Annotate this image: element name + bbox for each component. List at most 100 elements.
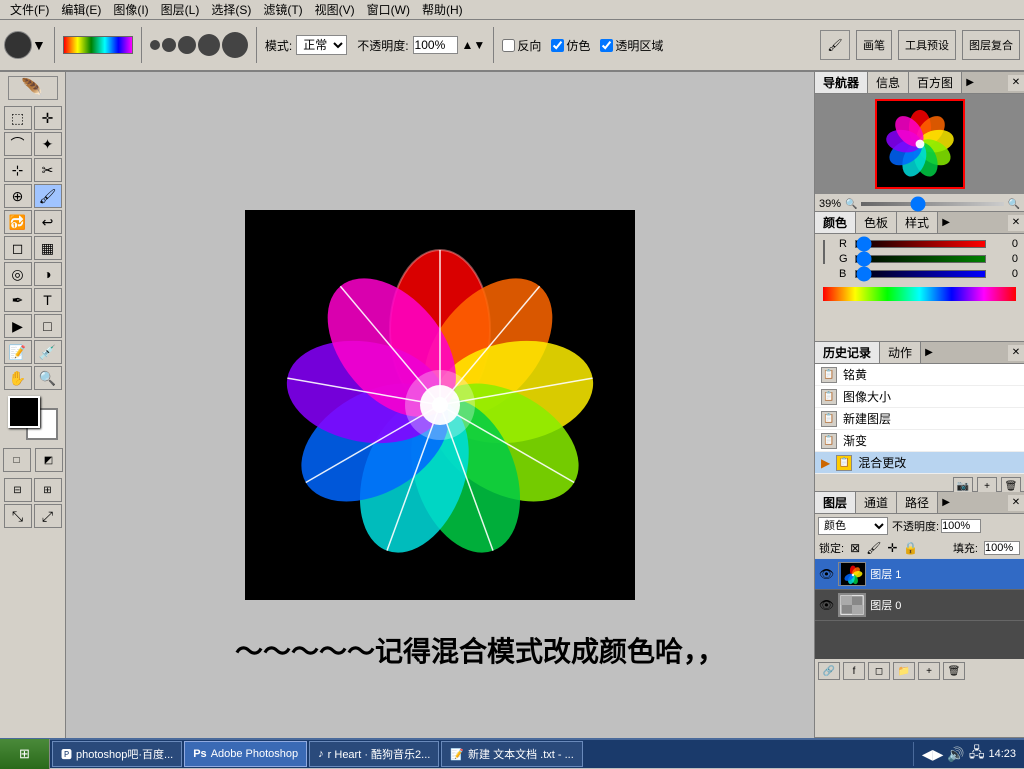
history-item-3[interactable]: 📋 渐变 [815, 430, 1024, 452]
dodge-tool[interactable]: ◑ [34, 262, 62, 286]
lock-pixels-btn[interactable]: 🖌 [866, 541, 881, 555]
navigator-tab[interactable]: 导航器 [815, 72, 868, 93]
lock-position-btn[interactable]: ✛ [887, 541, 897, 555]
blend-mode-select[interactable]: 颜色 正常 [818, 517, 888, 535]
path-select-tool[interactable]: ▶ [4, 314, 32, 338]
fill-input[interactable] [984, 541, 1020, 555]
slice-tool[interactable]: ✂ [34, 158, 62, 182]
reverse-checkbox[interactable] [502, 39, 515, 52]
quick-mask-btn[interactable]: ◩ [35, 448, 63, 472]
menu-layer[interactable]: 图层(L) [155, 1, 206, 18]
layer-item-0[interactable]: 👁 图层 0 [815, 590, 1024, 621]
opacity-input[interactable] [413, 36, 458, 54]
notes-tool[interactable]: 📝 [4, 340, 32, 364]
r-slider[interactable] [855, 240, 986, 248]
taskbar-item-adobe-photoshop[interactable]: Ps Adobe Photoshop [184, 741, 307, 767]
menu-window[interactable]: 窗口(W) [361, 1, 416, 18]
menu-edit[interactable]: 编辑(E) [55, 1, 107, 18]
menu-help[interactable]: 帮助(H) [416, 1, 469, 18]
histogram-tab[interactable]: 百方图 [909, 72, 962, 93]
layers-close-btn[interactable]: ✕ [1008, 495, 1024, 511]
styles-tab[interactable]: 样式 [897, 212, 938, 233]
layer-0-eye-icon[interactable]: 👁 [819, 598, 834, 612]
history-item-4[interactable]: ▶ 📋 混合更改 [815, 452, 1024, 474]
history-item-0[interactable]: 📋 铭黄 [815, 364, 1024, 386]
tray-media-icon[interactable]: ◀▶ [922, 746, 944, 763]
brush-size-dropdown[interactable]: ▼ [4, 31, 46, 59]
layer-new-btn[interactable]: + [918, 662, 940, 680]
healing-tool[interactable]: ⊕ [4, 184, 32, 208]
clone-stamp-tool[interactable]: 🔂 [4, 210, 32, 234]
layer-group-btn[interactable]: 📁 [893, 662, 915, 680]
hand-tool[interactable]: ✋ [4, 366, 32, 390]
lock-transparent-btn[interactable]: ⊠ [850, 541, 860, 555]
brush-settings-icon[interactable]: 🖌 [820, 30, 850, 60]
layer-opacity-input[interactable] [941, 519, 981, 533]
layers-menu-btn[interactable]: ▶ [938, 495, 954, 511]
history-tab[interactable]: 历史记录 [815, 342, 880, 363]
foreground-color[interactable] [8, 396, 40, 428]
layer-item-1[interactable]: 👁 [815, 559, 1024, 590]
fullscreen-btn[interactable]: ⊞ [34, 478, 62, 502]
taskbar-item-notepad[interactable]: 📝 新建 文本文档 .txt - ... [441, 741, 582, 767]
view-mode-btn[interactable]: ⊟ [4, 478, 32, 502]
opacity-arrow[interactable]: ▲▼ [462, 38, 486, 52]
eyedropper-tool[interactable]: 💉 [34, 340, 62, 364]
b-slider[interactable] [855, 270, 986, 278]
standard-mode-btn[interactable]: □ [3, 448, 31, 472]
start-button[interactable]: ⊞ [0, 739, 50, 769]
history-menu-btn[interactable]: ▶ [921, 345, 937, 361]
menu-filter[interactable]: 滤镜(T) [257, 1, 308, 18]
lasso-tool[interactable]: ⌒ [4, 132, 32, 156]
tool-preset-btn[interactable]: 工具预设 [898, 30, 956, 60]
color-swatch[interactable] [823, 240, 825, 264]
transparency-checkbox[interactable] [600, 39, 613, 52]
menu-view[interactable]: 视图(V) [309, 1, 361, 18]
lock-all-btn[interactable]: 🔒 [903, 541, 918, 555]
layer-delete-btn[interactable]: 🗑 [943, 662, 965, 680]
layer-effects-btn[interactable]: f [843, 662, 865, 680]
pen-tool[interactable]: ✒ [4, 288, 32, 312]
taskbar-item-kugou[interactable]: ♪ r Heart · 酷狗音乐2... [309, 741, 439, 767]
transparency-checkbox-label[interactable]: 透明区域 [600, 37, 663, 54]
tray-volume-icon[interactable]: 🔊 [947, 746, 964, 763]
color-tab[interactable]: 颜色 [815, 212, 856, 233]
info-tab[interactable]: 信息 [868, 72, 909, 93]
gradient-tool[interactable]: ▦ [34, 236, 62, 260]
history-item-2[interactable]: 📋 新建图层 [815, 408, 1024, 430]
eraser-tool[interactable]: ◻ [4, 236, 32, 260]
text-tool[interactable]: T [34, 288, 62, 312]
zoom-in-icon[interactable]: 🔍 [1008, 199, 1020, 210]
actions-tab[interactable]: 动作 [880, 342, 921, 363]
extra-tool-1[interactable]: ⤡ [4, 504, 32, 528]
mode-select[interactable]: 正常 [296, 35, 347, 55]
paths-tab[interactable]: 路径 [897, 492, 938, 513]
brush-tool[interactable]: 🖌 [34, 184, 62, 208]
history-item-1[interactable]: 📋 图像大小 [815, 386, 1024, 408]
layer-comp-btn[interactable]: 图层复合 [962, 30, 1020, 60]
brush-btn[interactable]: 画笔 [856, 30, 892, 60]
layer-link-btn[interactable]: 🔗 [818, 662, 840, 680]
color-menu-btn[interactable]: ▶ [938, 215, 954, 231]
zoom-out-icon[interactable]: 🔍 [845, 199, 857, 210]
move-tool[interactable]: ✛ [34, 106, 62, 130]
extra-tool-2[interactable]: ⤢ [34, 504, 62, 528]
tray-network-icon[interactable]: 🖧 [969, 742, 985, 766]
history-close-btn[interactable]: ✕ [1008, 345, 1024, 361]
magic-wand-tool[interactable]: ✦ [34, 132, 62, 156]
layer-1-eye-icon[interactable]: 👁 [819, 567, 834, 581]
reverse-checkbox-label[interactable]: 反向 [502, 37, 541, 54]
simulate-checkbox[interactable] [551, 39, 564, 52]
menu-select[interactable]: 选择(S) [205, 1, 257, 18]
navigator-close-btn[interactable]: ✕ [1008, 75, 1024, 91]
simulate-checkbox-label[interactable]: 仿色 [551, 37, 590, 54]
layers-tab[interactable]: 图层 [815, 492, 856, 513]
color-close-btn[interactable]: ✕ [1008, 215, 1024, 231]
menu-file[interactable]: 文件(F) [4, 1, 55, 18]
taskbar-item-photoshop-baidu[interactable]: 🅿 photoshop吧·百度... [52, 741, 182, 767]
blur-tool[interactable]: ◎ [4, 262, 32, 286]
shape-tool[interactable]: □ [34, 314, 62, 338]
crop-tool[interactable]: ⊹ [4, 158, 32, 182]
navigator-menu-btn[interactable]: ▶ [962, 75, 978, 91]
navigator-zoom-slider[interactable] [861, 202, 1003, 206]
